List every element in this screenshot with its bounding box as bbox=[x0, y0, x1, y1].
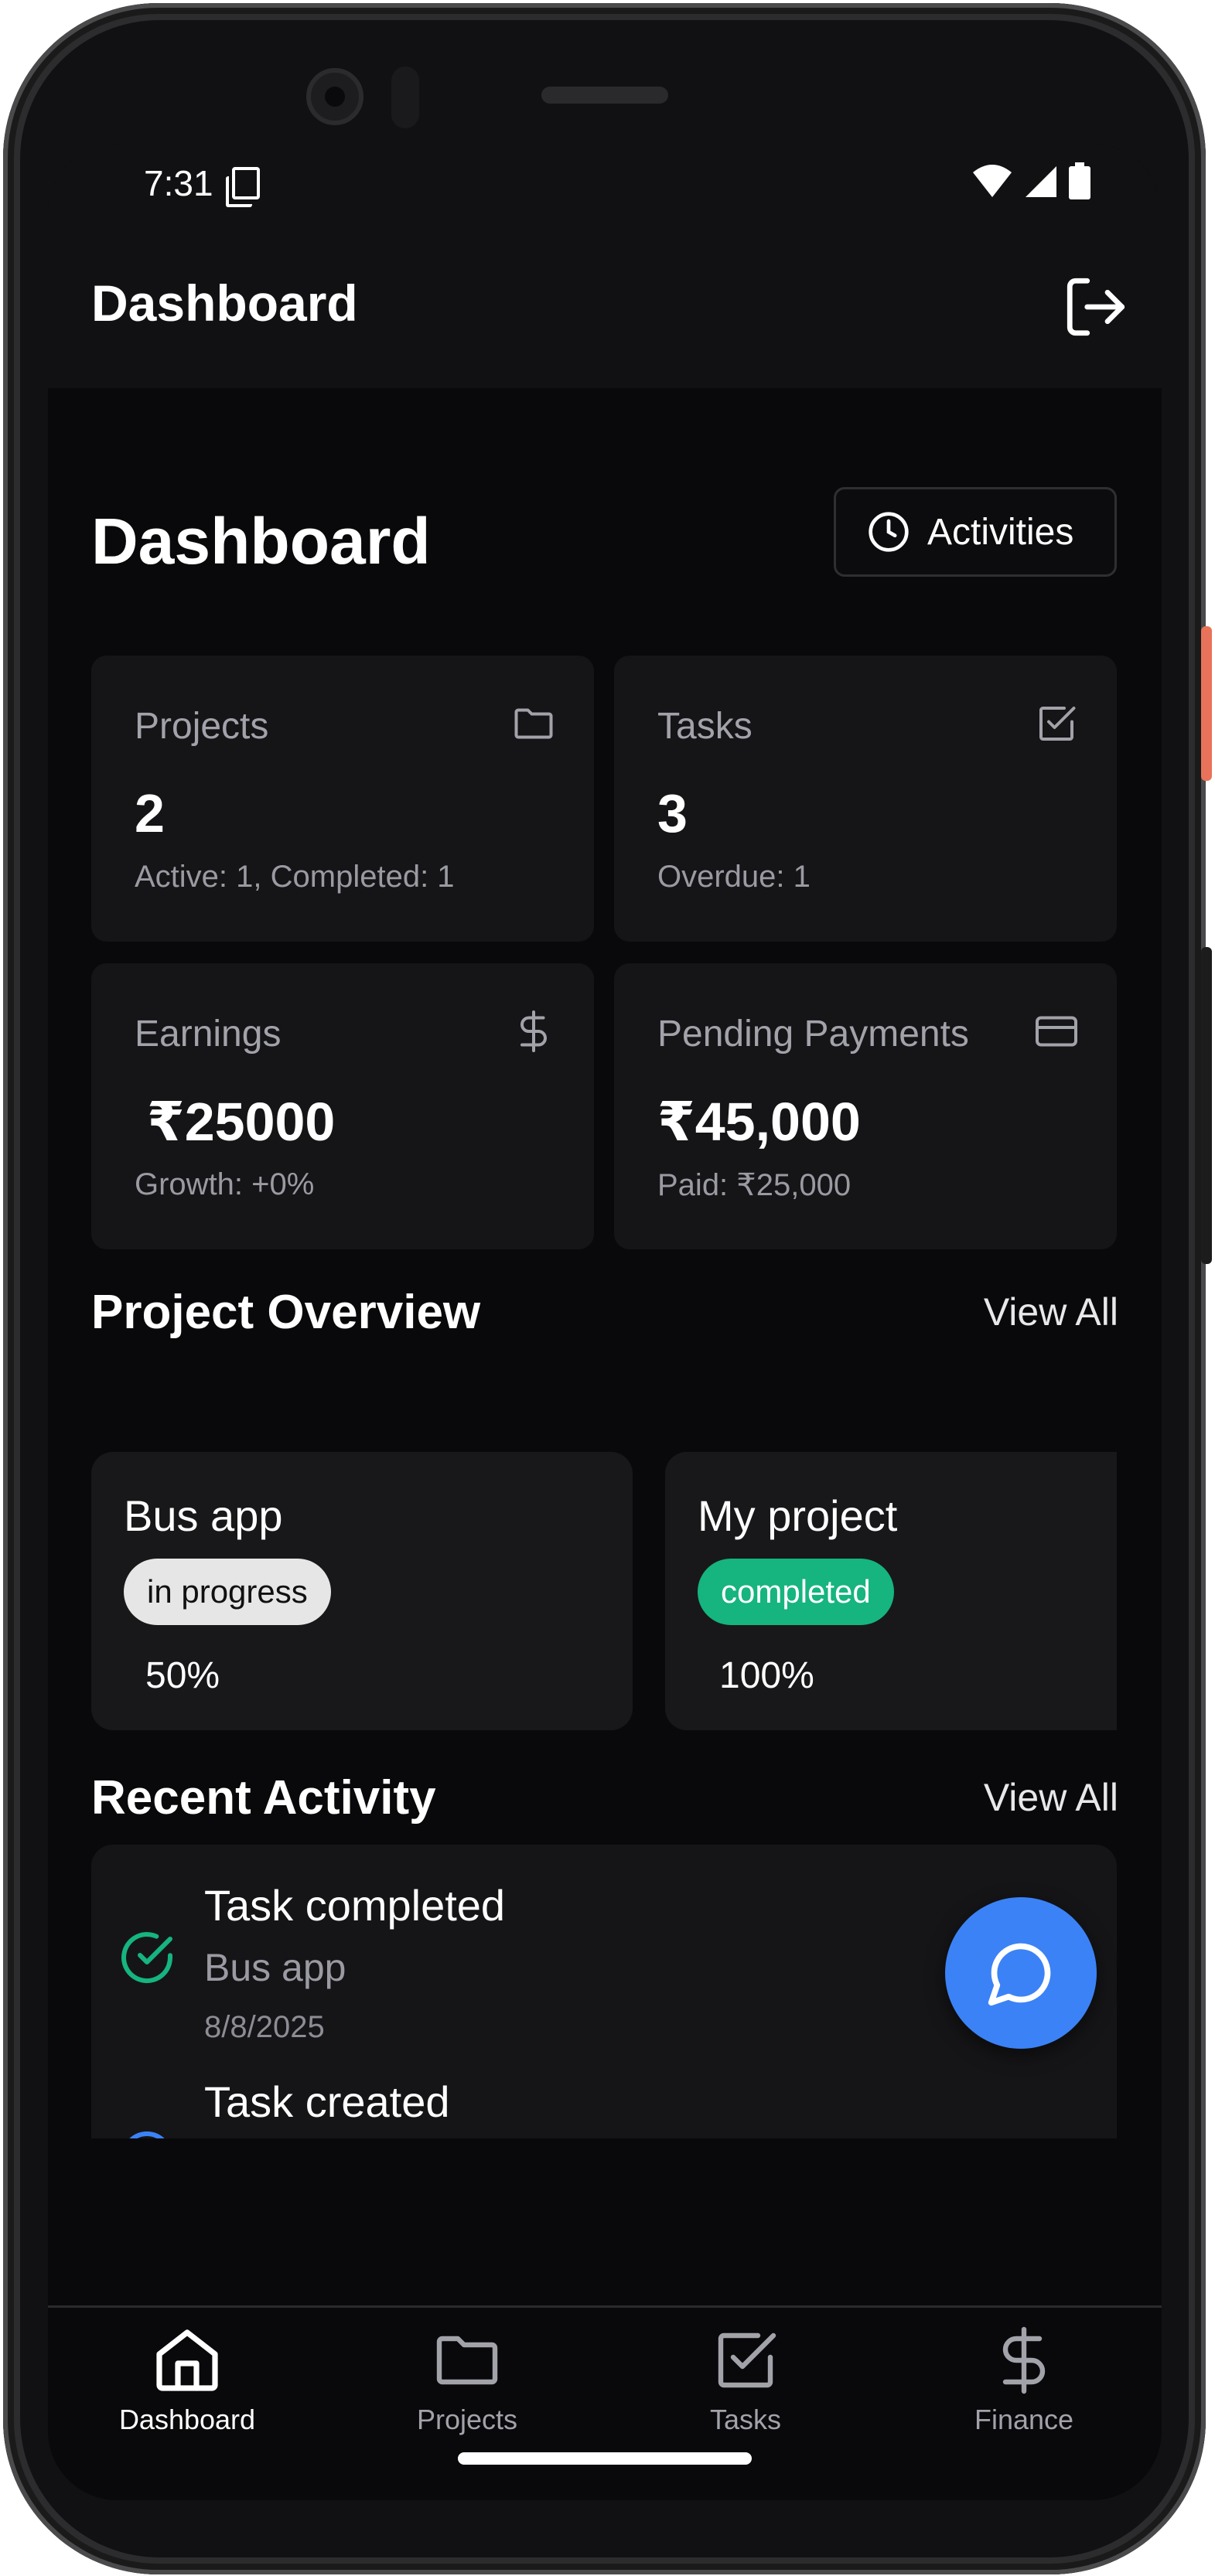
chat-icon bbox=[988, 1943, 1051, 2006]
recent-activity-view-all[interactable]: View All bbox=[984, 1775, 1118, 1820]
checkbox-icon bbox=[718, 2332, 776, 2388]
battery-icon bbox=[1069, 162, 1090, 199]
check-circle-icon bbox=[121, 1932, 172, 1984]
project-card[interactable]: My project completed 100% bbox=[665, 1452, 1117, 1730]
stat-label: Pending Payments bbox=[657, 1014, 969, 1055]
stat-subtext: Paid: ₹25,000 bbox=[657, 1168, 852, 1202]
front-camera bbox=[306, 68, 363, 125]
nav-label: Projects bbox=[416, 2404, 518, 2435]
page-title: Dashboard bbox=[91, 505, 431, 578]
stat-card-earnings[interactable]: Earnings ₹25000 Growth: +0% bbox=[91, 963, 594, 1249]
activity-project: Bus app bbox=[204, 1946, 346, 1989]
app-bar: Dashboard bbox=[48, 229, 1162, 388]
app-bar-title: Dashboard bbox=[91, 274, 358, 332]
stat-label: Projects bbox=[135, 706, 269, 747]
stat-card-pending-payments[interactable]: Pending Payments ₹45,000 Paid: ₹25,000 bbox=[614, 963, 1117, 1249]
project-card[interactable]: Bus app in progress 50% bbox=[91, 1452, 633, 1730]
project-name: My project bbox=[698, 1491, 898, 1540]
status-badge: completed bbox=[698, 1559, 894, 1625]
credit-card-icon bbox=[1036, 1016, 1077, 1047]
proximity-sensor bbox=[391, 66, 419, 128]
stat-value: ₹25000 bbox=[147, 1092, 336, 1152]
status-icons bbox=[971, 162, 1090, 199]
folder-icon bbox=[514, 708, 553, 739]
checkbox-icon bbox=[1039, 707, 1076, 741]
plus-circle-icon bbox=[129, 2131, 165, 2138]
home-icon bbox=[156, 2329, 218, 2391]
screen: 7:31 Dashboard Dashboard Activities Proj… bbox=[48, 144, 1162, 2500]
recent-activity-title: Recent Activity bbox=[91, 1771, 436, 1825]
stat-value: 3 bbox=[657, 783, 688, 843]
activity-title: Task completed bbox=[204, 1881, 506, 1930]
earpiece-speaker bbox=[541, 87, 668, 104]
stat-value: ₹45,000 bbox=[657, 1092, 861, 1152]
nav-label: Dashboard bbox=[118, 2404, 256, 2435]
sim-icon bbox=[226, 167, 260, 207]
stat-card-projects[interactable]: Projects 2 Active: 1, Completed: 1 bbox=[91, 656, 594, 942]
dollar-icon bbox=[1002, 2326, 1046, 2394]
nav-item-finance[interactable]: Finance bbox=[908, 2323, 1140, 2455]
stat-subtext: Overdue: 1 bbox=[657, 860, 811, 894]
activity-title: Task created bbox=[204, 2077, 450, 2126]
status-badge: in progress bbox=[124, 1559, 331, 1625]
activities-button-label: Activities bbox=[927, 511, 1074, 553]
project-overview-view-all[interactable]: View All bbox=[984, 1290, 1118, 1334]
bottom-nav: Dashboard Projects Tasks Finance bbox=[48, 2305, 1162, 2500]
stat-subtext: Active: 1, Completed: 1 bbox=[135, 860, 455, 894]
folder-icon bbox=[436, 2336, 498, 2385]
logout-icon[interactable] bbox=[1061, 272, 1131, 342]
nav-label: Finance bbox=[974, 2404, 1074, 2435]
stat-value: 2 bbox=[135, 783, 165, 843]
cellular-icon bbox=[1026, 166, 1056, 197]
chat-fab[interactable] bbox=[945, 1897, 1097, 2049]
project-name: Bus app bbox=[124, 1491, 283, 1540]
power-button bbox=[1201, 626, 1212, 781]
activity-date: 8/8/2025 bbox=[204, 2010, 325, 2044]
nav-label: Tasks bbox=[709, 2404, 782, 2435]
stat-subtext: Growth: +0% bbox=[135, 1167, 315, 1201]
nav-item-projects[interactable]: Projects bbox=[351, 2323, 583, 2455]
volume-button bbox=[1201, 947, 1212, 1264]
project-progress: 100% bbox=[719, 1655, 814, 1696]
stat-label: Tasks bbox=[657, 706, 753, 747]
project-progress: 50% bbox=[145, 1655, 220, 1696]
nav-item-dashboard[interactable]: Dashboard bbox=[71, 2323, 303, 2455]
nav-item-tasks[interactable]: Tasks bbox=[630, 2323, 862, 2455]
status-time: 7:31 bbox=[144, 163, 213, 203]
project-overview-title: Project Overview bbox=[91, 1286, 481, 1339]
home-indicator[interactable] bbox=[458, 2452, 752, 2465]
stat-card-tasks[interactable]: Tasks 3 Overdue: 1 bbox=[614, 656, 1117, 942]
stat-label: Earnings bbox=[135, 1014, 282, 1055]
wifi-icon bbox=[973, 165, 1012, 197]
activities-button[interactable]: Activities bbox=[834, 487, 1117, 577]
dollar-icon bbox=[520, 1010, 547, 1052]
clock-icon bbox=[869, 512, 909, 552]
status-bar: 7:31 bbox=[48, 144, 1162, 229]
